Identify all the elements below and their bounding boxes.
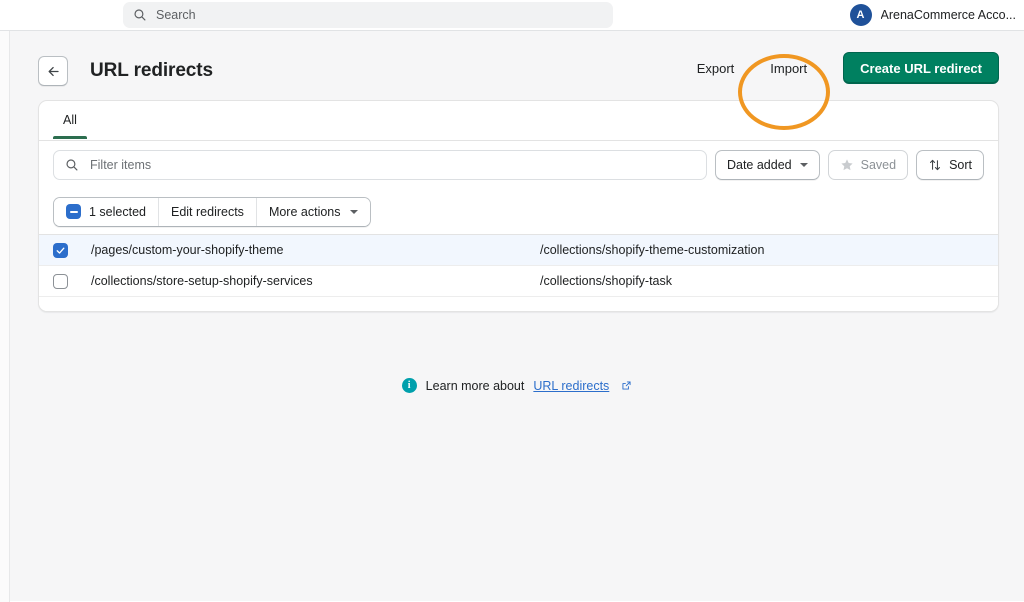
url-redirects-help-link[interactable]: URL redirects (533, 379, 609, 393)
bulk-actions-bar: 1 selected Edit redirects More actions (39, 189, 998, 234)
search-icon (66, 159, 78, 171)
global-search-input[interactable]: Search (123, 2, 613, 28)
back-button[interactable] (38, 56, 68, 86)
account-menu[interactable]: A ArenaCommerce Acco... (849, 3, 1016, 27)
app-frame: URL redirects Export Import Create URL r… (0, 30, 1024, 602)
row-checkbox[interactable] (53, 242, 68, 258)
select-all-checkbox[interactable] (66, 204, 81, 219)
tab-all-label: All (63, 113, 77, 127)
chevron-down-icon (349, 209, 358, 214)
filter-bar: Filter items Date added Saved Sort (39, 141, 998, 189)
page-header-actions: Export Import Create URL redirect (679, 52, 999, 84)
bulk-actions-group: 1 selected Edit redirects More actions (53, 196, 371, 227)
row-checkbox-wrapper[interactable] (53, 273, 91, 289)
url-redirects-card: All Filter items Date added Saved Sort 1… (38, 100, 999, 312)
edit-redirects-label: Edit redirects (170, 204, 244, 219)
chevron-down-icon (799, 163, 808, 167)
redirect-to: /collections/shopify-theme-customization (540, 243, 765, 257)
left-rail (0, 31, 10, 602)
export-button[interactable]: Export (679, 53, 753, 83)
more-actions-button[interactable]: More actions (256, 197, 370, 226)
page-container: URL redirects Export Import Create URL r… (10, 31, 1024, 602)
sort-button[interactable]: Sort (916, 150, 984, 180)
filter-items-placeholder: Filter items (90, 158, 152, 172)
create-url-redirect-button[interactable]: Create URL redirect (843, 52, 999, 84)
tab-all[interactable]: All (49, 101, 91, 139)
sort-label: Sort (949, 158, 972, 172)
row-checkbox-wrapper[interactable] (53, 242, 91, 258)
more-actions-label: More actions (268, 204, 341, 219)
filter-items-input[interactable]: Filter items (53, 150, 707, 180)
table-row[interactable]: /pages/custom-your-shopify-theme /collec… (39, 235, 998, 266)
check-icon (56, 247, 65, 254)
saved-label: Saved (860, 158, 897, 172)
star-icon (841, 159, 853, 171)
table-row[interactable]: /collections/store-setup-shopify-service… (39, 266, 998, 297)
selected-count-label: 1 selected (89, 204, 146, 219)
edit-redirects-button[interactable]: Edit redirects (158, 197, 257, 226)
learn-more-footer: i Learn more about URL redirects (10, 378, 1024, 393)
saved-views-button[interactable]: Saved (827, 150, 909, 180)
avatar: A (849, 4, 872, 26)
import-button[interactable]: Import (752, 53, 825, 83)
page-header: URL redirects Export Import Create URL r… (38, 51, 999, 130)
external-link-icon (622, 381, 631, 390)
page-title: URL redirects (90, 60, 213, 81)
redirect-to: /collections/shopify-task (540, 274, 673, 288)
learn-more-text: Learn more about (425, 378, 525, 393)
arrow-left-icon (48, 66, 59, 76)
sort-arrows-icon (930, 159, 941, 171)
table-bottom-padding (39, 297, 998, 311)
date-added-filter-button[interactable]: Date added (714, 150, 820, 180)
global-search-placeholder: Search (156, 8, 196, 22)
redirects-table: /pages/custom-your-shopify-theme /collec… (39, 234, 998, 311)
redirect-from: /collections/store-setup-shopify-service… (91, 274, 313, 288)
info-icon: i (401, 378, 417, 393)
select-all-segment[interactable]: 1 selected (54, 197, 159, 226)
redirect-from: /pages/custom-your-shopify-theme (91, 243, 284, 257)
account-name: ArenaCommerce Acco... (880, 8, 1016, 22)
top-bar: Search A ArenaCommerce Acco... (0, 0, 1024, 30)
date-added-label: Date added (726, 158, 792, 172)
row-checkbox[interactable] (53, 273, 68, 289)
search-icon (134, 9, 146, 21)
tab-bar: All (39, 101, 998, 141)
